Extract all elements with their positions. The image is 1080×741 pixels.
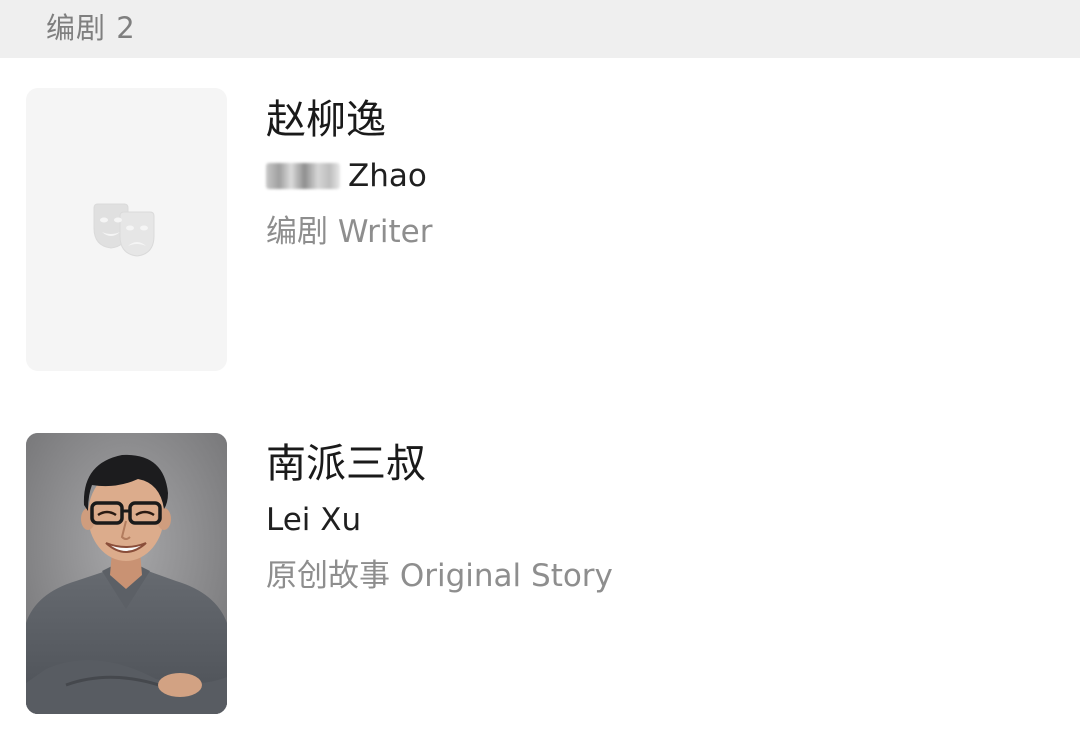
credits-page: 编剧 2 赵柳逸 Zhao 编剧 Writer 南派三叔 Lei Xu 原创故事… — [0, 0, 1080, 741]
section-title: 编剧 2 — [46, 11, 136, 45]
person-photo-placeholder[interactable] — [26, 88, 227, 371]
person-name-english: Zhao — [266, 156, 427, 196]
person-name-chinese[interactable]: 南派三叔 — [266, 438, 426, 490]
portrait-image — [26, 433, 227, 714]
person-name-english-text: Zhao — [348, 158, 427, 194]
theater-masks-icon — [93, 203, 155, 257]
credit-row[interactable]: 赵柳逸 Zhao 编剧 Writer — [0, 88, 1080, 374]
person-photo[interactable] — [26, 433, 227, 714]
credit-row[interactable]: 南派三叔 Lei Xu 原创故事 Original Story — [0, 432, 1080, 716]
person-role: 编剧 Writer — [266, 214, 433, 250]
person-role: 原创故事 Original Story — [266, 558, 613, 594]
redacted-text-mask — [266, 163, 340, 189]
person-name-english: Lei Xu — [266, 502, 362, 538]
person-name-chinese[interactable]: 赵柳逸 — [266, 94, 386, 146]
section-header: 编剧 2 — [0, 0, 1080, 58]
